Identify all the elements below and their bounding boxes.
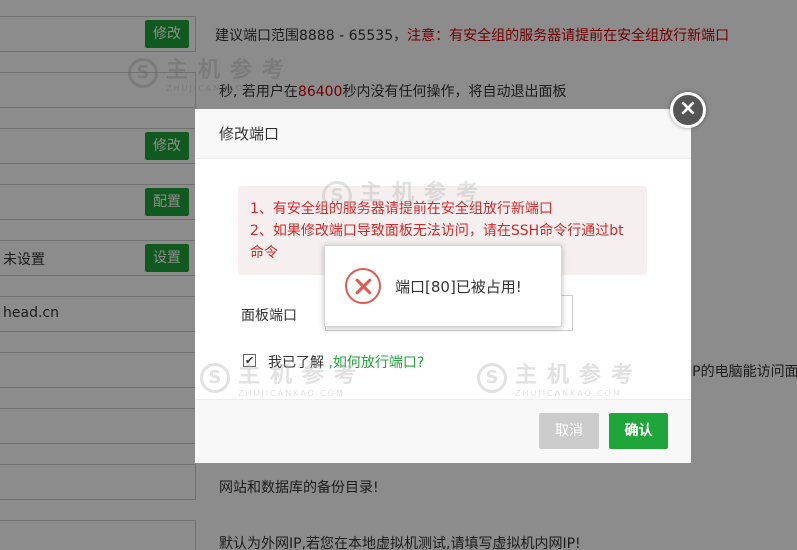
toast-message: 端口[80]已被占用! — [395, 277, 522, 296]
error-x-icon — [345, 268, 381, 304]
cancel-button[interactable]: 取消 — [539, 413, 599, 449]
error-toast: 端口[80]已被占用! — [324, 245, 562, 327]
close-icon[interactable]: × — [670, 92, 706, 128]
confirm-button[interactable]: 确认 — [609, 413, 668, 449]
watermark: S 主机参考 ZHUJICANKAO.COM — [322, 175, 488, 216]
watermark-logo-icon: S — [322, 180, 352, 211]
watermark-logo-icon: S — [200, 362, 230, 393]
watermark: S 主机参考 ZHUJICANKAO.COM — [200, 357, 366, 398]
port-label: 面板端口 — [241, 308, 297, 324]
dialog-title: 修改端口 — [195, 109, 691, 159]
watermark: S 主机参考 ZHUJICANKAO.COM — [477, 357, 643, 398]
watermark-logo-icon: S — [477, 362, 507, 393]
